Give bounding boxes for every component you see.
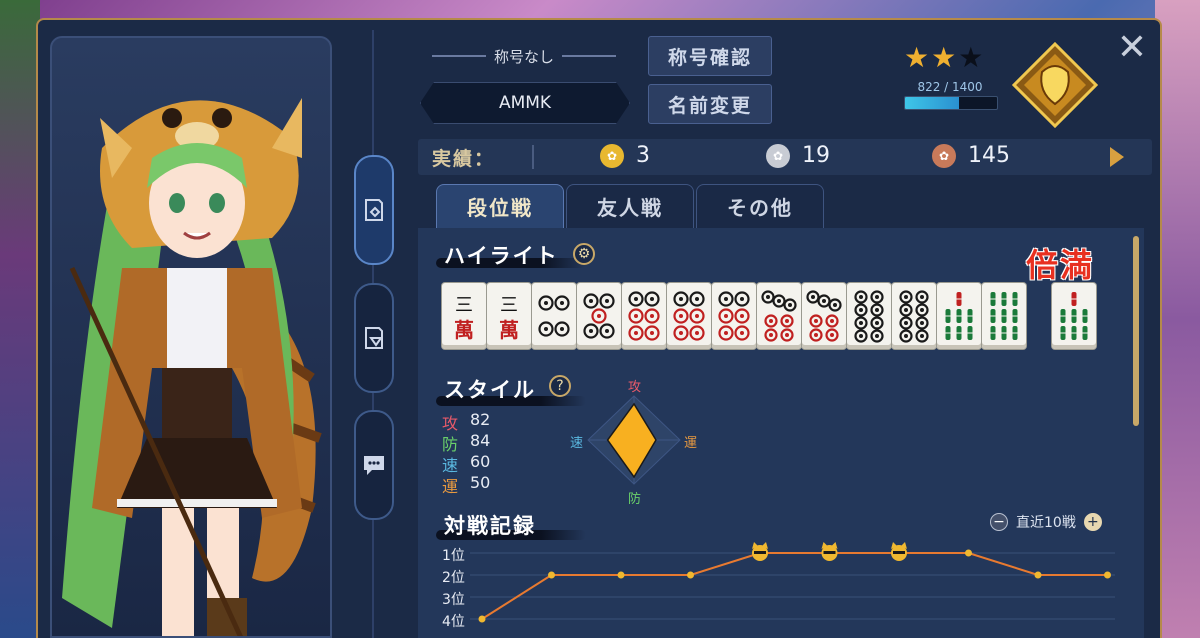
settings-gear-icon[interactable]: ⚙ — [573, 243, 595, 265]
chat-icon — [364, 456, 384, 475]
rank-label-2: 2位 — [442, 570, 465, 586]
star-icon: ★ — [904, 41, 930, 74]
mahjong-tile — [757, 283, 801, 349]
side-tab-profile[interactable] — [354, 155, 394, 265]
mahjong-tile — [667, 283, 711, 349]
radar-label-attack: 攻 — [628, 380, 642, 395]
mahjong-tile — [712, 283, 756, 349]
achievement-bar: 実績： ✿ 3 ✿ 19 ✿ 145 — [418, 139, 1152, 175]
result-point — [1034, 571, 1042, 579]
exp-fill — [905, 97, 959, 109]
mahjong-tile — [622, 283, 666, 349]
filter-label: 直近10戦 — [1016, 515, 1076, 531]
result-line — [481, 552, 1108, 620]
profile-card-icon — [365, 199, 383, 221]
mahjong-tile: 三萬 — [442, 283, 486, 349]
style-help-icon[interactable]: ? — [549, 375, 571, 397]
bronze-medal-icon: ✿ — [932, 143, 956, 168]
background-left — [0, 0, 40, 638]
side-tab-records[interactable] — [354, 283, 394, 393]
filter-plus-button[interactable]: + — [1083, 513, 1102, 531]
rank-label-1: 1位 — [442, 548, 465, 564]
highlight-yaku: 倍満 — [1026, 246, 1095, 284]
style-radar-chart — [587, 395, 681, 485]
svg-text:萬: 萬 — [499, 318, 519, 342]
silver-medal-icon: ✿ — [766, 143, 790, 168]
style-stat-value: 50 — [470, 473, 491, 492]
rank-badge-icon — [1012, 42, 1098, 128]
hand-tiles: 三萬三萬 — [442, 283, 1026, 349]
exp-bar — [904, 96, 998, 110]
radar-label-speed: 速 — [570, 436, 584, 451]
achievement-label: 実績： — [432, 147, 496, 170]
result-point — [548, 571, 555, 579]
result-point — [965, 549, 972, 557]
winning-tile-slot — [1052, 283, 1096, 349]
result-point — [617, 571, 625, 579]
gold-medal-count: ✿ 3 — [600, 143, 650, 168]
mahjong-tile — [532, 283, 576, 349]
filter-minus-button[interactable]: − — [990, 513, 1008, 531]
record-card-icon — [365, 327, 383, 349]
star-icon: ★ — [931, 41, 957, 74]
battle-record-chart — [470, 542, 1115, 623]
star-icon: ★ — [958, 41, 984, 74]
achievement-separator — [532, 145, 534, 169]
side-tab-chat[interactable] — [354, 410, 394, 520]
svg-text:萬: 萬 — [454, 318, 474, 342]
gold-medal-icon: ✿ — [600, 143, 624, 168]
player-name: AMMK — [420, 82, 630, 124]
character-illustration — [62, 98, 322, 636]
style-title: スタイル — [444, 378, 536, 402]
name-change-button[interactable]: 名前変更 — [648, 84, 772, 124]
result-point — [478, 615, 486, 623]
first-place-cat-icon — [821, 542, 838, 561]
highlight-title: ハイライト — [444, 244, 559, 268]
close-button[interactable]: ✕ — [1114, 30, 1150, 66]
tab-other[interactable]: その他 — [696, 184, 824, 228]
mahjong-tile — [577, 283, 621, 349]
result-point — [1104, 571, 1111, 579]
rank-label-3: 3位 — [442, 592, 465, 608]
battle-filter: − 直近10戦 + — [990, 512, 1102, 532]
svg-text:三: 三 — [455, 295, 473, 316]
tab-ranked[interactable]: 段位戦 — [436, 184, 564, 228]
mahjong-tile — [1052, 283, 1096, 349]
style-stat-row: 運 50 — [442, 473, 490, 497]
bronze-count: 145 — [968, 143, 1010, 168]
character-portrait — [50, 36, 332, 638]
radar-label-defense: 防 — [628, 492, 642, 507]
achievement-arrow-icon[interactable] — [1110, 147, 1124, 167]
silver-count: 19 — [802, 143, 830, 168]
first-place-cat-icon — [752, 542, 768, 561]
gold-count: 3 — [636, 143, 650, 168]
title-check-button[interactable]: 称号確認 — [648, 36, 772, 76]
exp-text: 822 / 1400 — [917, 80, 983, 94]
bronze-medal-count: ✿ 145 — [932, 143, 1010, 168]
mahjong-tile — [982, 283, 1026, 349]
style-stat-label: 運 — [442, 477, 459, 496]
rank-label-4: 4位 — [442, 614, 465, 630]
mahjong-tile — [847, 283, 891, 349]
result-point — [687, 571, 694, 579]
svg-text:三: 三 — [500, 295, 518, 316]
battle-title: 対戦記録 — [444, 514, 536, 538]
mahjong-tile: 三萬 — [487, 283, 531, 349]
player-name-text: AMMK — [498, 93, 552, 113]
mahjong-tile — [802, 283, 846, 349]
first-place-cat-icon — [891, 542, 907, 561]
tab-friend[interactable]: 友人戦 — [566, 184, 694, 228]
rank-stars: ★ ★ ★ — [904, 44, 983, 72]
radar-label-luck: 運 — [684, 436, 698, 451]
mahjong-tile — [937, 283, 981, 349]
mahjong-tile — [892, 283, 936, 349]
silver-medal-count: ✿ 19 — [766, 143, 830, 168]
content-scrollbar[interactable] — [1133, 236, 1139, 426]
player-title: 称号なし — [424, 43, 624, 69]
